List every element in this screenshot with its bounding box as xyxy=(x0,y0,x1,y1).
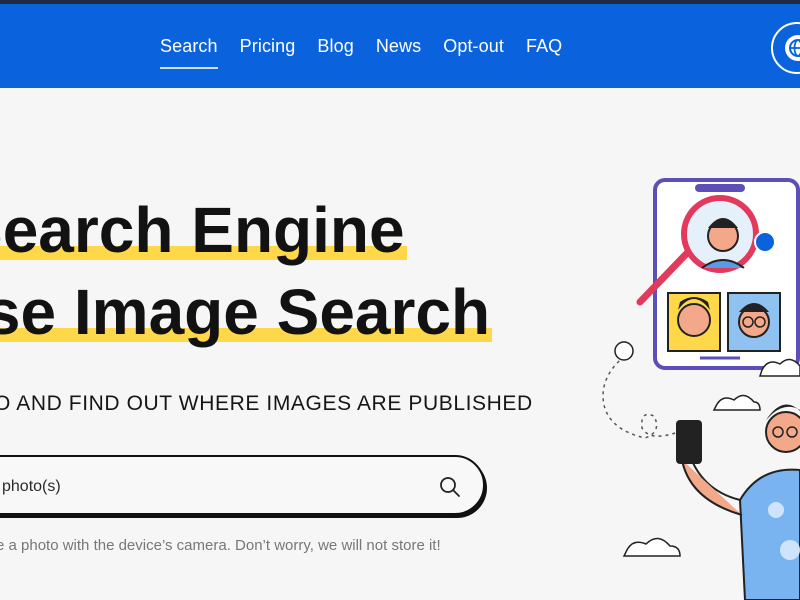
nav-item-blog[interactable]: Blog xyxy=(317,30,353,63)
globe-icon xyxy=(785,35,800,61)
hero-subtitle: O AND FIND OUT WHERE IMAGES ARE PUBLISHE… xyxy=(0,392,533,415)
site-header: Search Pricing Blog News Opt-out FAQ xyxy=(0,4,800,88)
search-input[interactable] xyxy=(0,473,404,501)
nav-item-pricing[interactable]: Pricing xyxy=(240,30,296,63)
hero-illustration xyxy=(602,178,800,600)
nav-item-opt-out[interactable]: Opt-out xyxy=(443,30,504,63)
hero-title-line-1-text: Search Engine xyxy=(0,194,407,266)
hero-title-line-1: Search Engine xyxy=(0,194,407,266)
nav-item-news[interactable]: News xyxy=(376,30,421,63)
tablet-illustration xyxy=(636,178,800,370)
search-icon[interactable] xyxy=(439,476,461,503)
hero-title-line-2-text: rse Image Search xyxy=(0,276,493,348)
nav-item-faq[interactable]: FAQ xyxy=(526,30,562,63)
search-box[interactable] xyxy=(0,455,485,515)
language-button[interactable] xyxy=(771,22,800,74)
main-nav: Search Pricing Blog News Opt-out FAQ xyxy=(160,4,562,88)
hero-title-line-2: rse Image Search xyxy=(0,276,493,348)
search-hint: e a photo with the device’s camera. Don’… xyxy=(0,537,441,554)
nav-item-search[interactable]: Search xyxy=(160,30,218,69)
